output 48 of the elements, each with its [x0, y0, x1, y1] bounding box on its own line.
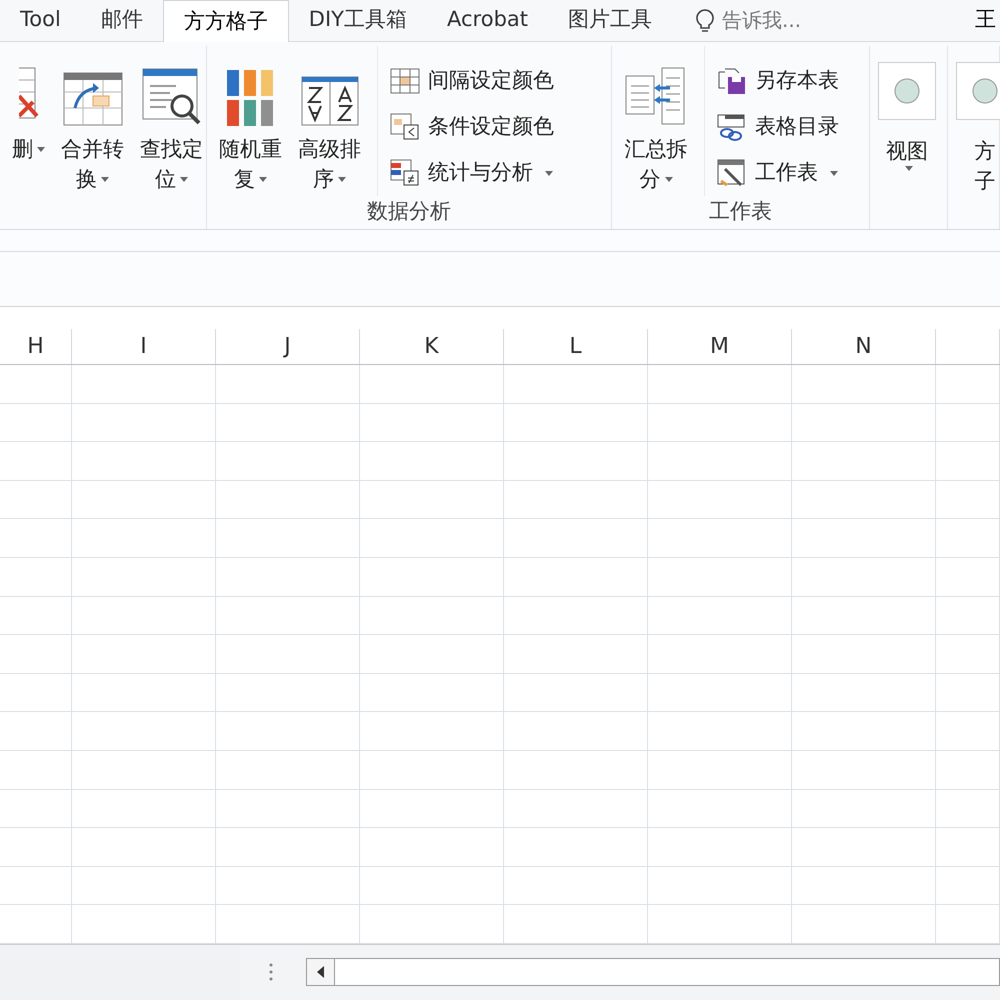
chart-grid-icon	[390, 159, 420, 187]
table-arrows-icon	[62, 72, 122, 126]
left-triangle-icon	[317, 966, 324, 978]
circle-icon	[894, 78, 920, 104]
grid-icon	[390, 68, 420, 94]
ribbon-small-button[interactable]: 间隔设定颜色	[390, 58, 554, 104]
ribbon-tab[interactable]: 邮件	[80, 0, 163, 41]
horizontal-scrollbar[interactable]	[306, 958, 1000, 986]
column-header[interactable]: K	[424, 330, 439, 363]
ribbon-large-button[interactable]: 高级排 序	[294, 46, 365, 226]
ribbon-tab[interactable]: 图片工具	[548, 0, 672, 41]
ribbon-tab[interactable]: DIY工具箱	[288, 0, 427, 41]
ribbon-large-button[interactable]: 汇总拆 分	[620, 46, 692, 226]
ribbon-large-button[interactable]: 查找定 位	[136, 46, 207, 226]
ribbon-large-button[interactable]: 随机重 复	[215, 46, 286, 226]
sheet-brush-icon	[717, 159, 747, 187]
ribbon-small-button[interactable]: 工作表	[717, 150, 839, 196]
floppy-disk-icon	[717, 67, 747, 95]
ribbon-view-button[interactable]: 方 子	[956, 46, 1000, 226]
ribbon-large-button[interactable]: 合并转 换	[57, 46, 128, 226]
lightbulb-icon	[696, 7, 714, 33]
more-vertical-icon[interactable]	[268, 962, 274, 982]
circle-icon	[972, 78, 998, 104]
column-header[interactable]: M	[710, 330, 729, 363]
ribbon-large-button[interactable]: 删	[8, 46, 49, 226]
account-name[interactable]: 王	[975, 0, 1000, 41]
ribbon-small-button[interactable]: 表格目录	[717, 104, 839, 150]
ribbon-tab[interactable]: Tool	[0, 0, 81, 41]
sort-letters-icon	[300, 76, 358, 126]
table-link-icon	[717, 113, 747, 141]
ribbon-view-button[interactable]: 视图	[878, 46, 936, 226]
column-header[interactable]: L	[569, 330, 582, 363]
ribbon-tab[interactable]: Acrobat	[427, 0, 548, 41]
ribbon-tab[interactable]: 方方格子	[162, 0, 289, 42]
color-blocks-icon	[226, 70, 274, 126]
ribbon-small-button[interactable]: 条件设定颜色	[390, 104, 554, 150]
tell-me-field[interactable]: 告诉我...	[722, 5, 822, 35]
ribbon-small-button[interactable]: 另存本表	[717, 58, 839, 104]
grid-check-icon	[390, 113, 420, 141]
group-label: 数据分析	[366, 198, 452, 225]
column-header[interactable]: I	[140, 330, 147, 363]
column-header[interactable]: H	[27, 330, 44, 363]
group-label: 工作表	[708, 198, 773, 225]
ribbon-small-button[interactable]: 统计与分析	[390, 150, 554, 196]
table-magnifier-icon	[142, 68, 202, 126]
column-header[interactable]: N	[855, 330, 872, 363]
scroll-left-button[interactable]	[307, 959, 335, 986]
column-header[interactable]: J	[284, 330, 291, 363]
